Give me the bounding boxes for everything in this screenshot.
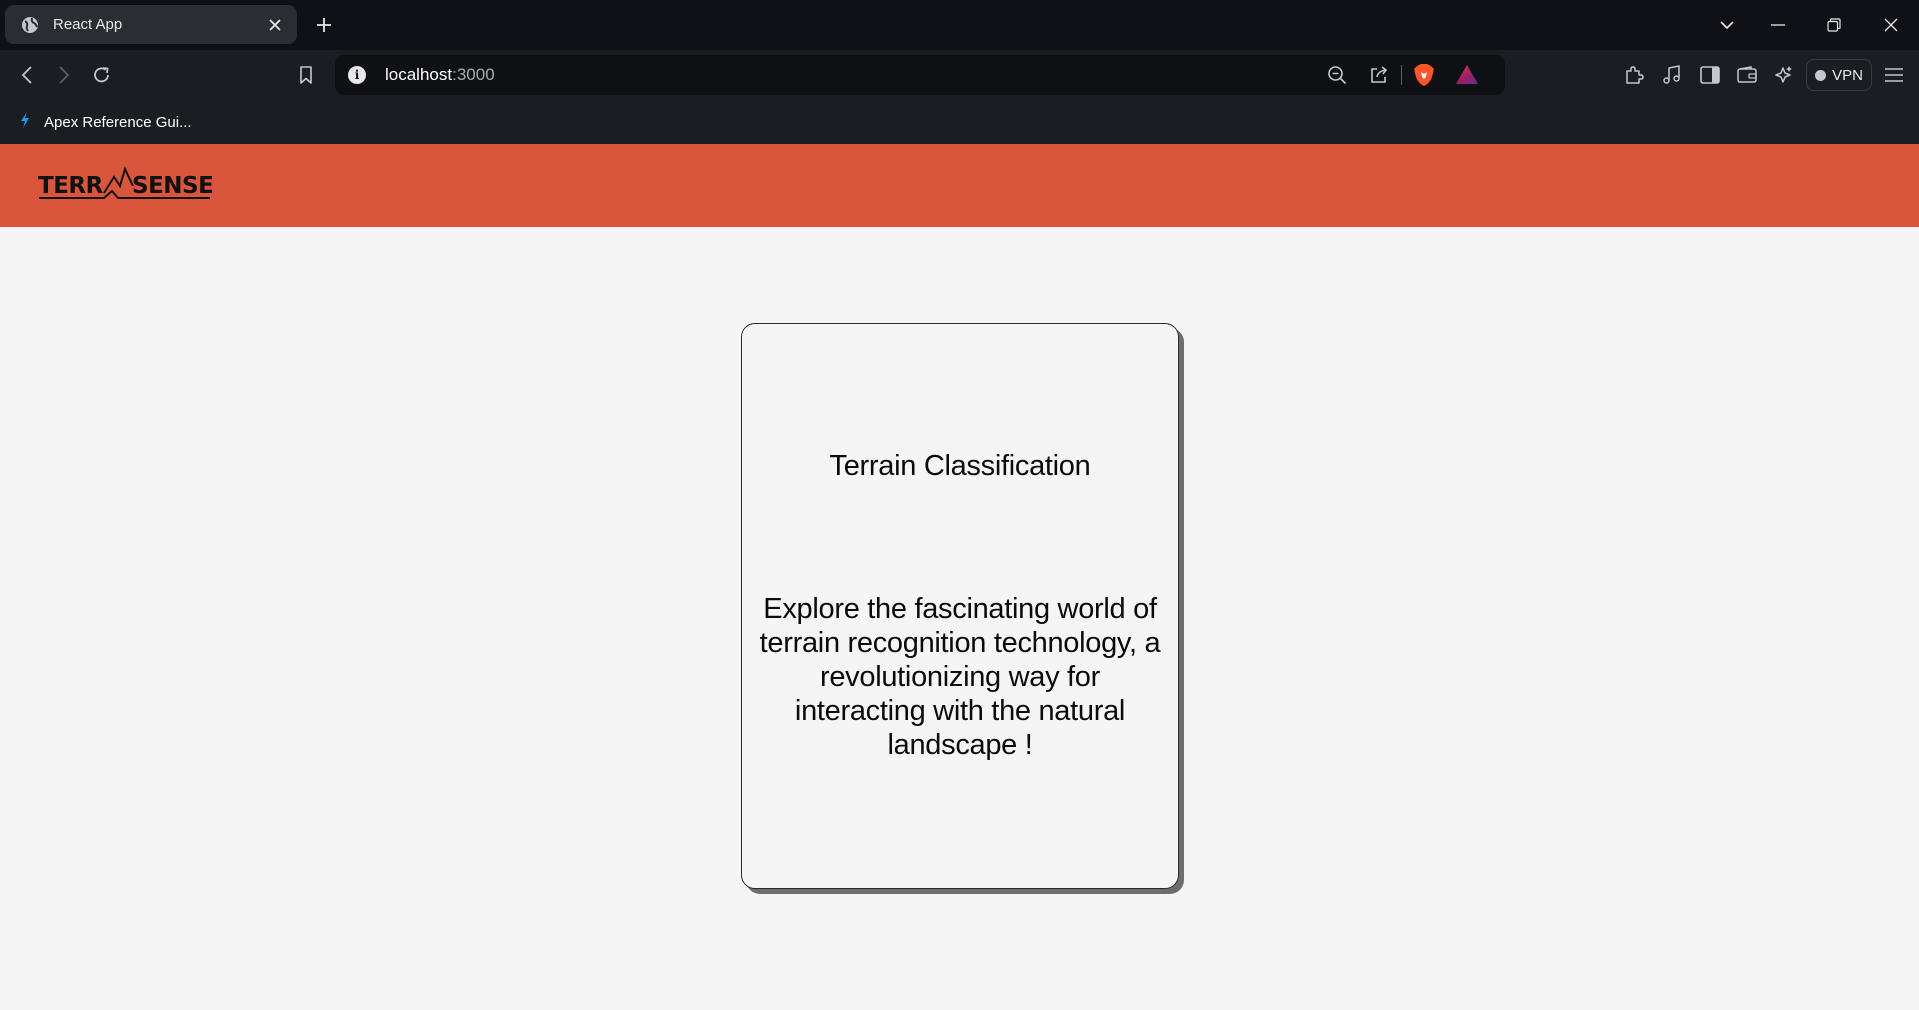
tab-title: React App (53, 16, 123, 33)
site-info-icon[interactable]: i (348, 66, 366, 84)
vpn-status-icon (1815, 69, 1827, 81)
globe-icon (20, 15, 40, 35)
minimize-icon[interactable] (1766, 13, 1790, 37)
media-icon[interactable] (1660, 63, 1684, 87)
address-bar[interactable]: i localhost:3000 (335, 55, 1505, 95)
bookmark-icon[interactable] (294, 63, 318, 87)
tab-react-app[interactable]: React App (5, 5, 297, 44)
reload-icon[interactable] (90, 63, 114, 87)
forward-icon[interactable] (52, 63, 76, 87)
leo-ai-icon[interactable] (1772, 63, 1796, 87)
wallet-icon[interactable] (1735, 63, 1759, 87)
card-description: Explore the fascinating world of terrain… (759, 593, 1161, 761)
sidebar-icon[interactable] (1698, 63, 1722, 87)
lightning-icon (20, 111, 30, 133)
tab-search-chevron-icon[interactable] (1715, 13, 1739, 37)
url-text[interactable]: localhost:3000 (385, 65, 495, 85)
tab-strip: React App (0, 0, 1919, 50)
close-window-icon[interactable] (1879, 13, 1903, 37)
bookmark-apex-reference[interactable]: Apex Reference Gui... (14, 108, 198, 136)
url-host: localhost (385, 65, 453, 84)
brave-shields-icon[interactable] (1412, 63, 1436, 87)
mountain-icon (103, 166, 134, 194)
close-tab-icon[interactable] (265, 15, 285, 35)
bookmark-label: Apex Reference Gui... (44, 113, 192, 131)
terrasense-logo[interactable]: TERR SENSE (38, 162, 214, 206)
vpn-button[interactable]: VPN (1806, 59, 1872, 91)
zoom-icon[interactable] (1325, 63, 1349, 87)
extensions-icon[interactable] (1622, 63, 1646, 87)
back-icon[interactable] (15, 63, 39, 87)
menu-icon[interactable] (1882, 63, 1906, 87)
terrain-classification-card: Terrain Classification Explore the fasci… (741, 323, 1179, 889)
logo-text-left: TERR (38, 173, 104, 199)
url-port: :3000 (452, 65, 495, 84)
restore-icon[interactable] (1822, 13, 1846, 37)
brave-rewards-icon[interactable] (1455, 63, 1479, 87)
new-tab-icon[interactable] (312, 13, 336, 37)
bookmarks-bar: Apex Reference Gui... (0, 100, 1919, 144)
card-title: Terrain Classification (829, 450, 1091, 482)
site-header: TERR SENSE (0, 144, 1919, 227)
vpn-label: VPN (1832, 66, 1863, 84)
address-divider (1401, 65, 1402, 85)
logo-text-right: SENSE (132, 173, 213, 199)
share-icon[interactable] (1367, 63, 1391, 87)
